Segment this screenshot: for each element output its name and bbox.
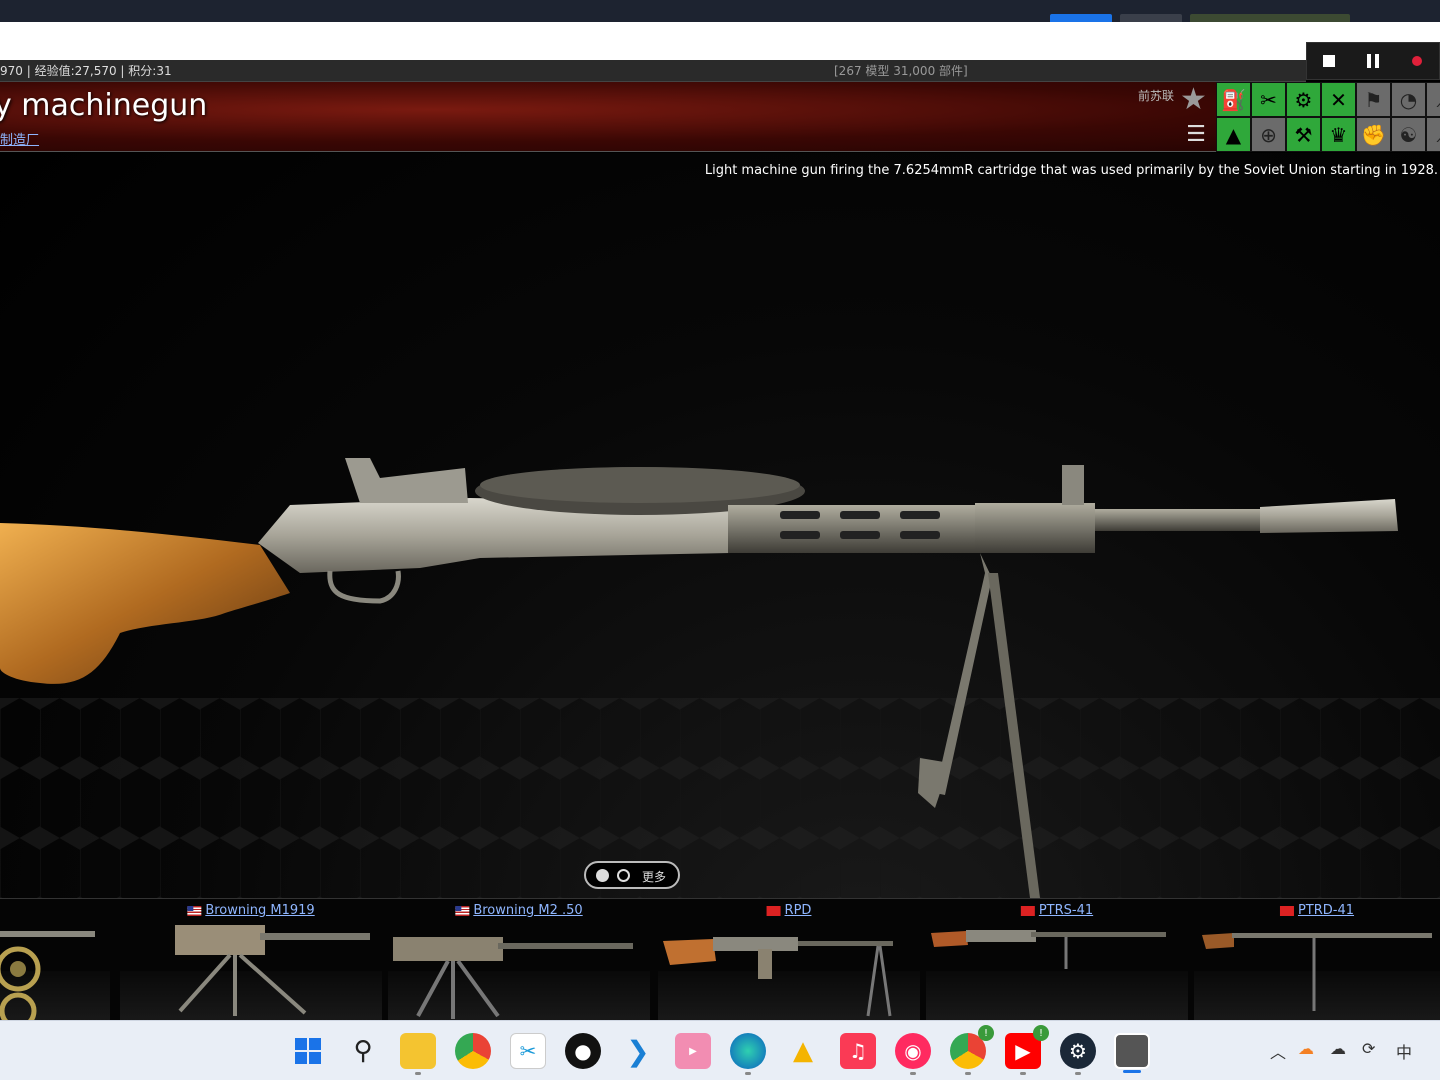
tray-chevron-up-icon[interactable]: ︿	[1270, 1039, 1286, 1063]
browser-address-area	[0, 22, 1440, 60]
top-tab[interactable]	[1120, 14, 1182, 22]
weapon-thumb-image	[175, 925, 370, 1016]
record-button[interactable]	[1403, 47, 1431, 75]
country-label: 前苏联	[1138, 89, 1175, 103]
gear-icon[interactable]: ⚙	[1286, 82, 1321, 117]
youtube-icon[interactable]: ▶ !	[1005, 1025, 1049, 1075]
onedrive-icon[interactable]: ☁	[1330, 1039, 1346, 1058]
notification-badge: !	[1033, 1025, 1049, 1041]
pager-dot-1[interactable]	[596, 868, 609, 882]
weapon-thumb-5[interactable]: PTRD-41	[1194, 899, 1440, 1020]
extra-icon-2[interactable]: ⟋	[1426, 117, 1440, 152]
gun-stock	[0, 523, 290, 684]
us-flag-icon	[455, 905, 470, 916]
bilibili-icon[interactable]: ▶	[675, 1033, 711, 1069]
view-pager: 更多	[584, 861, 680, 889]
yin-yang-icon[interactable]: ☯	[1391, 117, 1426, 152]
gun-front-sight	[1062, 465, 1084, 505]
weapon-thumb-link[interactable]: PTRD-41	[1279, 903, 1354, 918]
favorite-star-icon[interactable]: ★	[1180, 82, 1207, 117]
stopwatch-icon[interactable]: ◔	[1391, 82, 1426, 117]
extra-icon[interactable]: ⟋	[1426, 82, 1440, 117]
cn-flag-icon	[766, 905, 781, 916]
weapon-thumb-link[interactable]: Browning M1919	[187, 903, 315, 918]
list-icon[interactable]: ☰	[1180, 120, 1212, 150]
stop-button[interactable]	[1315, 47, 1343, 75]
cn-flag-icon	[1020, 905, 1035, 916]
gun-rear-sight	[345, 458, 468, 503]
sync-icon[interactable]: ⟳	[1362, 1039, 1375, 1058]
photos-icon[interactable]: ▲	[785, 1033, 821, 1069]
music-icon[interactable]: ♫	[840, 1033, 876, 1069]
graduation-cap-icon[interactable]: ▲	[1216, 117, 1251, 152]
weapon-thumb-link[interactable]: PTRS-41	[1020, 903, 1093, 918]
weapon-thumb-0[interactable]	[0, 899, 110, 1020]
tools-icon[interactable]: ✂	[1251, 82, 1286, 117]
windows-logo-icon	[295, 1038, 321, 1064]
weapon-thumb-image	[0, 931, 95, 1020]
3d-model-viewer[interactable]: Light machine gun firing the 7.6254mmR c…	[0, 153, 1440, 898]
github-icon[interactable]: ●	[565, 1033, 601, 1069]
us-flag-icon	[187, 905, 202, 916]
vscode-icon[interactable]: ❯	[620, 1033, 656, 1069]
top-tab[interactable]	[1190, 14, 1350, 22]
weapon-thumb-2[interactable]: Browning M2 .50	[388, 899, 650, 1020]
ime-indicator[interactable]: 中	[1396, 1039, 1412, 1063]
record-app-icon[interactable]: ◉	[895, 1033, 931, 1075]
crosshair-icon[interactable]: ⊕	[1251, 117, 1286, 152]
guns-app-icon[interactable]	[1114, 1033, 1150, 1073]
snip-tool-icon[interactable]: ✂	[510, 1033, 546, 1069]
app-window: 970 | 经验值:27,570 | 积分:31 [267 模型 31,000 …	[0, 0, 1440, 1080]
player-stats: 970 | 经验值:27,570 | 积分:31	[0, 64, 172, 78]
record-icon	[1412, 56, 1422, 66]
recording-controls	[1306, 42, 1440, 80]
browser-top-strip	[0, 0, 1440, 22]
cn-flag-icon	[1279, 905, 1294, 916]
weapon-header: y machinegun 制造厂 前苏联 ★ ☰ ⛽ ✂ ⚙ ✕ ⚑ ◔ ⟋ ▲…	[0, 82, 1440, 152]
pager-dot-2[interactable]	[617, 868, 630, 882]
crossed-tools-icon[interactable]: ✕	[1321, 82, 1356, 117]
related-weapons-strip: Browning M1919 Browning M2 .50 RPD PTRS-…	[0, 898, 1440, 1020]
weapon-thumb-image	[1202, 933, 1432, 1011]
status-bar: 970 | 经验值:27,570 | 积分:31 [267 模型 31,000 …	[0, 60, 1306, 82]
weapon-thumb-link[interactable]: RPD	[766, 903, 811, 918]
more-button[interactable]: 更多	[642, 868, 666, 885]
checkered-flags-icon[interactable]: ⚑	[1356, 82, 1391, 117]
weapon-thumb-3[interactable]: RPD	[658, 899, 920, 1020]
windows-taskbar: ⚲ ✂ ● ❯ ▶ ▲ ♫ ◉ ! ▶ ! ⚙ ︿ ☁ ☁ ⟳ 中	[0, 1020, 1440, 1080]
notification-badge: !	[978, 1025, 994, 1041]
model-count: [267 模型 31,000 部件]	[834, 64, 968, 78]
edge-icon[interactable]	[730, 1033, 766, 1075]
fist-icon[interactable]: ✊	[1356, 117, 1391, 152]
parts-icon[interactable]: ⚒	[1286, 117, 1321, 152]
gun-bipod	[935, 553, 992, 795]
top-tab-active[interactable]	[1050, 14, 1112, 22]
trophy-icon[interactable]: ♛	[1321, 117, 1356, 152]
weapon-thumb-4[interactable]: PTRS-41	[926, 899, 1188, 1020]
machine-gun-model[interactable]	[0, 153, 1440, 898]
chrome-icon[interactable]	[455, 1033, 491, 1069]
cloud-orange-icon[interactable]: ☁	[1298, 1039, 1314, 1058]
weapon-thumb-1[interactable]: Browning M1919	[120, 899, 382, 1020]
toolbar-icon-grid: ⛽ ✂ ⚙ ✕ ⚑ ◔ ⟋ ▲ ⊕ ⚒ ♛ ✊ ☯ ⟋	[1216, 82, 1440, 152]
weapon-thumb-link[interactable]: Browning M2 .50	[455, 903, 583, 918]
gun-trigger-guard	[327, 570, 401, 604]
pause-icon	[1367, 54, 1379, 68]
start-button[interactable]	[290, 1033, 326, 1069]
search-icon[interactable]: ⚲	[345, 1033, 381, 1069]
steam-icon[interactable]: ⚙	[1060, 1033, 1096, 1075]
manufacturer-link[interactable]: 制造厂	[0, 129, 39, 148]
file-explorer-icon[interactable]	[400, 1033, 436, 1075]
chrome-profile-icon[interactable]: !	[950, 1025, 994, 1075]
fuel-can-icon[interactable]: ⛽	[1216, 82, 1251, 117]
weapon-thumb-image	[931, 930, 1166, 969]
gun-flash-hider	[1260, 499, 1398, 533]
stop-icon	[1323, 55, 1335, 67]
pause-button[interactable]	[1359, 47, 1387, 75]
weapon-title: y machinegun	[0, 88, 208, 123]
weapon-thumb-image	[663, 937, 893, 1017]
gun-barrel	[1095, 509, 1265, 531]
weapon-thumb-image	[393, 937, 633, 1019]
